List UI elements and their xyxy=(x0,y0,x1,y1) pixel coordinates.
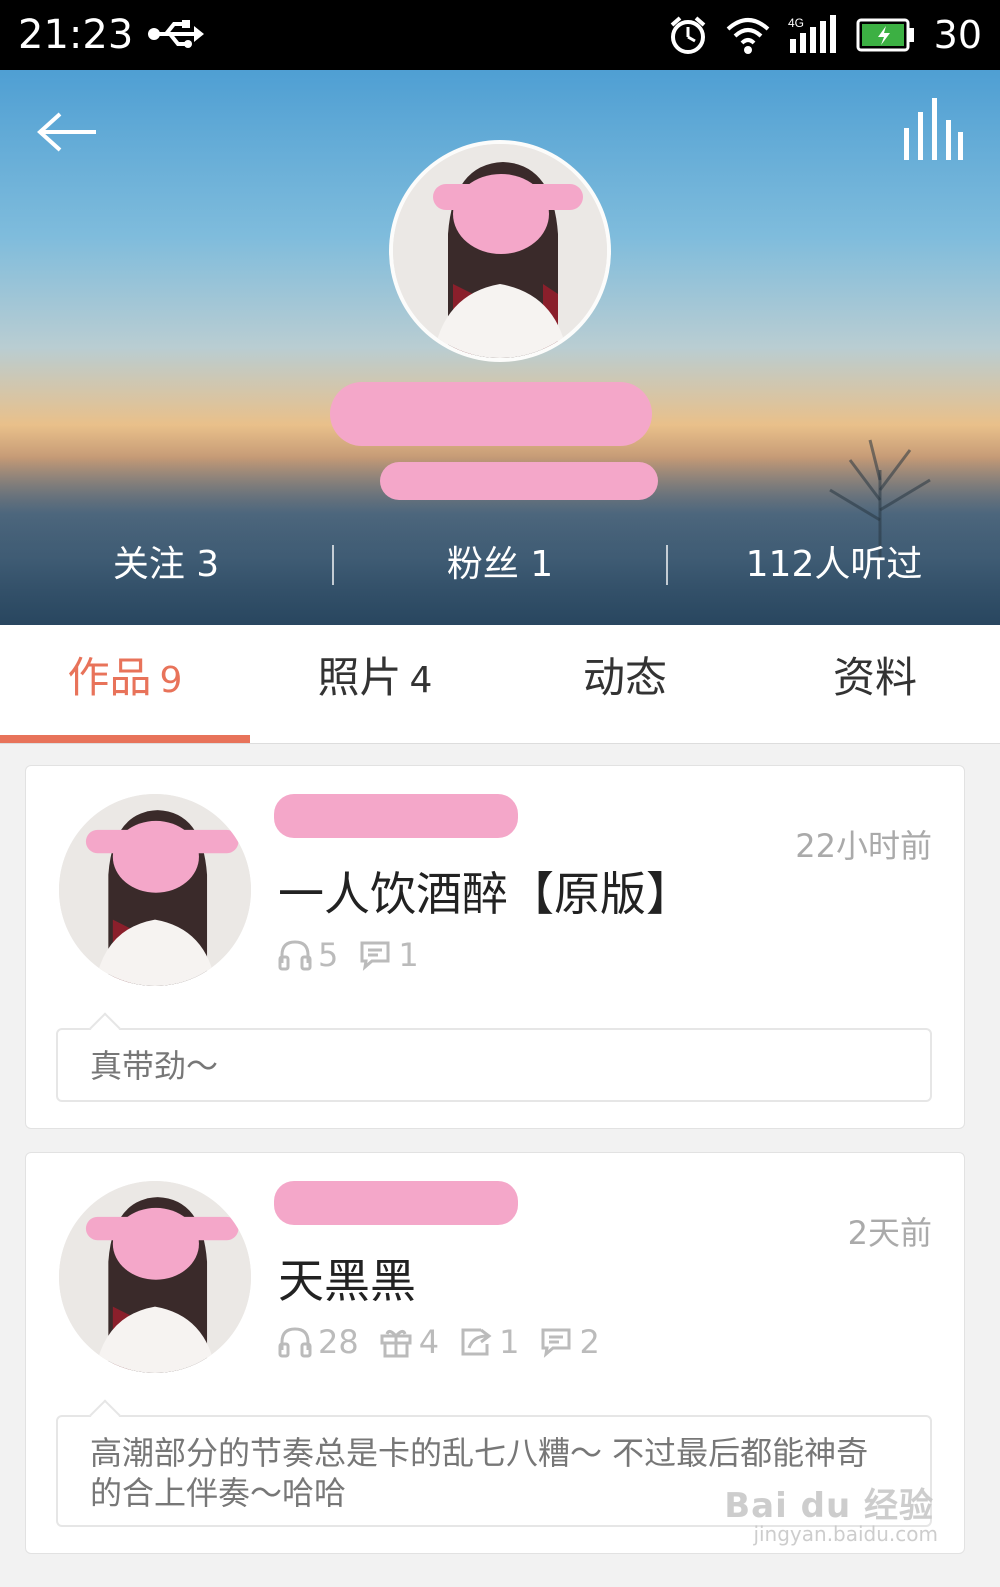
work-author-redacted xyxy=(274,794,518,838)
tab-info-label: 资料 xyxy=(832,653,917,702)
work-title[interactable]: 一人饮酒醉【原版】 xyxy=(278,858,692,924)
work-metrics: 28 4 1 2 xyxy=(278,1323,614,1361)
signal-4g-icon: 4G xyxy=(788,15,836,53)
gift-count: 4 xyxy=(418,1323,440,1361)
tab-works-label: 作品 xyxy=(67,653,152,702)
work-metrics: 5 1 xyxy=(278,936,433,974)
fans-count[interactable]: 粉丝 1 xyxy=(334,535,666,595)
latest-comment[interactable]: 真带劲～ xyxy=(56,1028,932,1102)
profile-avatar[interactable] xyxy=(389,140,611,362)
tab-photos-count: 4 xyxy=(409,660,433,701)
profile-avatar-image xyxy=(393,144,607,358)
status-bar: 21:23 4G 30 xyxy=(0,0,1000,70)
profile-stats: 关注 3 粉丝 1 112人听过 xyxy=(0,535,1000,595)
comment-metric: 1 xyxy=(358,936,419,974)
share-count: 1 xyxy=(499,1323,520,1361)
headphones-icon xyxy=(278,1327,312,1358)
status-time: 21:23 xyxy=(18,12,134,58)
comment-count: 2 xyxy=(579,1323,600,1361)
share-icon xyxy=(461,1328,492,1356)
work-avatar-image xyxy=(59,794,251,986)
listen-metric: 28 xyxy=(278,1323,359,1361)
comment-icon xyxy=(360,941,390,971)
tab-activity-label: 动态 xyxy=(582,653,667,702)
share-metric: 1 xyxy=(459,1323,519,1361)
comment-count: 1 xyxy=(398,936,419,974)
work-avatar[interactable] xyxy=(59,1181,251,1373)
usb-icon xyxy=(148,20,204,48)
work-avatar-image xyxy=(59,1181,251,1373)
battery-icon xyxy=(856,18,914,52)
listen-count: 28 xyxy=(318,1323,359,1361)
alarm-icon xyxy=(670,16,705,54)
following-count[interactable]: 关注 3 xyxy=(0,535,332,595)
username-redacted xyxy=(330,382,652,446)
ranking-bars-icon[interactable] xyxy=(900,98,964,162)
tab-works-count: 9 xyxy=(159,660,183,701)
work-card[interactable]: 22小时前 一人饮酒醉【原版】 5 1 真带劲～ xyxy=(25,765,965,1129)
signature-redacted xyxy=(380,462,658,500)
profile-tabs: 作品 9 照片 4 动态 资料 xyxy=(0,625,1000,744)
tab-photos[interactable]: 照片 4 xyxy=(250,625,500,743)
watermark-url: jingyan.baidu.com xyxy=(753,1522,938,1546)
wifi-icon xyxy=(726,18,769,54)
listen-metric: 5 xyxy=(278,936,338,974)
listen-count: 5 xyxy=(318,936,339,974)
work-author-redacted xyxy=(274,1181,518,1225)
svg-text:4G: 4G xyxy=(788,16,804,30)
work-time: 22小时前 xyxy=(795,827,932,865)
tab-works[interactable]: 作品 9 xyxy=(0,625,250,743)
watermark: Bai du 经验 xyxy=(724,1486,934,1526)
work-title[interactable]: 天黑黑 xyxy=(278,1245,416,1311)
tab-activity[interactable]: 动态 xyxy=(500,625,750,743)
listened-count: 112人听过 xyxy=(745,544,923,585)
tab-photos-label: 照片 xyxy=(317,653,402,702)
work-time: 2天前 xyxy=(847,1214,932,1252)
gift-metric: 4 xyxy=(379,1323,439,1361)
comment-metric: 2 xyxy=(539,1323,600,1361)
work-avatar[interactable] xyxy=(59,794,251,986)
headphones-icon xyxy=(278,940,312,971)
tab-info[interactable]: 资料 xyxy=(750,625,1000,743)
gift-icon xyxy=(380,1329,412,1358)
profile-header: 关注 3 粉丝 1 112人听过 xyxy=(0,70,1000,625)
comment-icon xyxy=(541,1328,571,1358)
battery-percent: 30 xyxy=(933,13,982,57)
back-arrow-icon[interactable] xyxy=(36,110,98,154)
